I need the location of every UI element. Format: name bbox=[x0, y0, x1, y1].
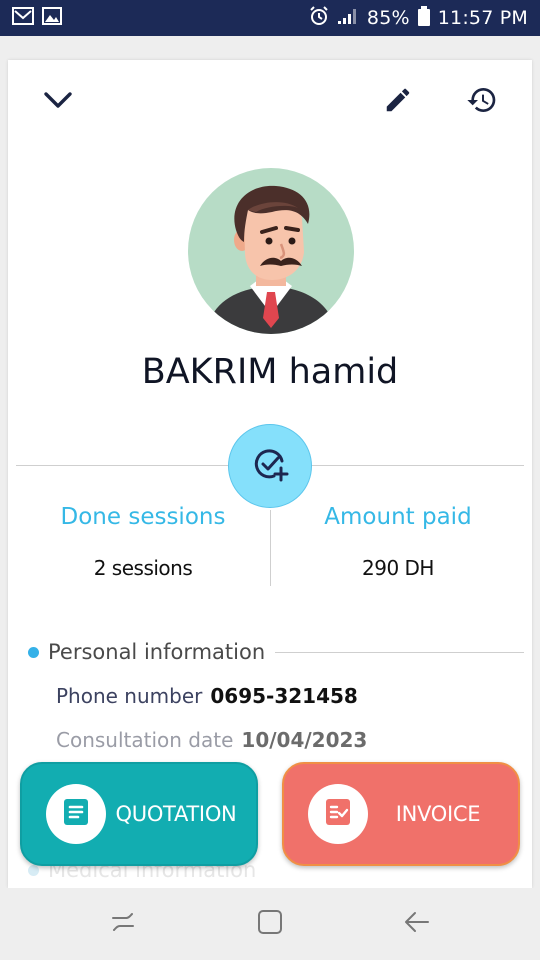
amount-paid-label: Amount paid bbox=[324, 504, 472, 530]
patient-avatar bbox=[188, 168, 354, 334]
quotation-label: QUOTATION bbox=[115, 802, 237, 826]
battery-percent: 85% bbox=[366, 7, 410, 29]
alarm-icon bbox=[309, 5, 329, 31]
add-session-button[interactable] bbox=[228, 424, 312, 508]
amount-paid-stat: Amount paid 290 DH bbox=[271, 504, 525, 580]
recent-apps-icon bbox=[108, 907, 138, 942]
phone-number-value: 0695-321458 bbox=[210, 684, 358, 708]
gmail-icon bbox=[12, 6, 34, 30]
amount-paid-value: 290 DH bbox=[362, 556, 434, 580]
consultation-date-value: 10/04/2023 bbox=[241, 728, 368, 752]
status-right: 85% 11:57 PM bbox=[309, 5, 528, 31]
home-icon bbox=[256, 908, 284, 941]
system-nav-bar bbox=[0, 888, 540, 960]
edit-button[interactable] bbox=[376, 80, 420, 124]
check-add-icon bbox=[251, 445, 289, 488]
quotation-icon-circle bbox=[46, 784, 106, 844]
recent-apps-button[interactable] bbox=[93, 894, 153, 954]
done-sessions-label: Done sessions bbox=[60, 504, 226, 530]
consultation-date-row: Consultation date 10/04/2023 bbox=[56, 728, 367, 752]
phone-number-label: Phone number bbox=[56, 684, 203, 708]
invoice-icon-circle bbox=[308, 784, 368, 844]
personal-info-header: Personal information bbox=[28, 640, 524, 664]
signal-icon bbox=[337, 7, 359, 30]
personal-info-title: Personal information bbox=[48, 640, 266, 664]
status-bar: 85% 11:57 PM bbox=[0, 0, 540, 36]
battery-icon bbox=[417, 5, 430, 31]
phone-number-row: Phone number 0695-321458 bbox=[56, 684, 358, 708]
done-sessions-value: 2 sessions bbox=[93, 556, 193, 580]
edit-pencil-icon bbox=[383, 85, 413, 120]
status-left bbox=[12, 6, 62, 30]
invoice-button[interactable]: INVOICE bbox=[282, 762, 520, 866]
history-icon bbox=[466, 84, 498, 121]
section-rule bbox=[275, 651, 524, 653]
done-sessions-stat: Done sessions 2 sessions bbox=[16, 504, 270, 580]
document-icon bbox=[61, 797, 91, 832]
chevron-down-icon bbox=[43, 90, 73, 115]
history-button[interactable] bbox=[460, 80, 504, 124]
section-bullet bbox=[28, 864, 39, 876]
invoice-check-icon bbox=[323, 797, 353, 832]
back-button[interactable] bbox=[387, 894, 447, 954]
back-icon bbox=[402, 907, 432, 942]
invoice-label: INVOICE bbox=[395, 802, 481, 826]
gallery-icon bbox=[42, 6, 62, 30]
section-bullet bbox=[28, 646, 39, 658]
consultation-date-label: Consultation date bbox=[56, 728, 234, 752]
home-button[interactable] bbox=[240, 894, 300, 954]
patient-name: BAKRIM hamid bbox=[141, 352, 399, 392]
quotation-button[interactable]: QUOTATION bbox=[20, 762, 258, 866]
man-avatar-illustration bbox=[206, 185, 336, 334]
clock-time: 11:57 PM bbox=[437, 7, 528, 29]
collapse-button[interactable] bbox=[36, 80, 80, 124]
